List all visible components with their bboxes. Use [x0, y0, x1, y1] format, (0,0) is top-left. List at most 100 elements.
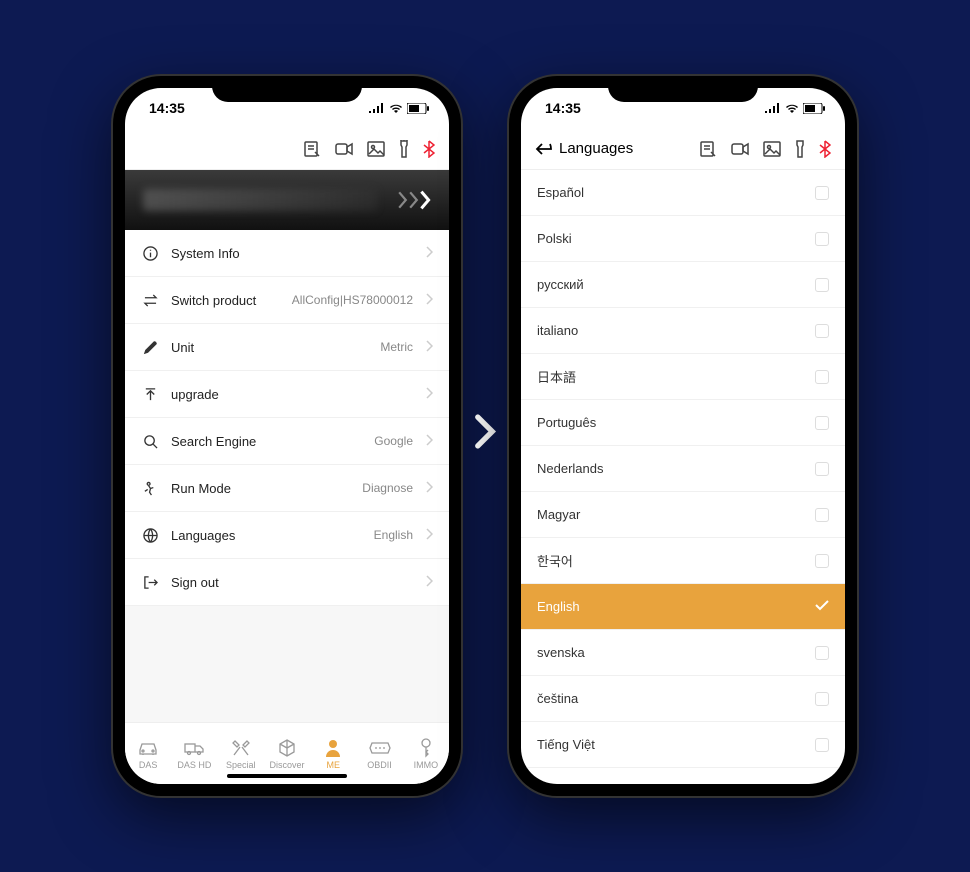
- back-button[interactable]: Languages: [535, 140, 633, 157]
- video-icon[interactable]: [731, 142, 749, 156]
- checkbox-empty: [815, 278, 829, 292]
- home-indicator: [227, 774, 347, 778]
- language-row[interactable]: 日本語: [521, 354, 845, 400]
- upgrade-icon: [141, 387, 159, 402]
- settings-row-unit[interactable]: Unit Metric: [125, 324, 449, 371]
- image-icon[interactable]: [367, 141, 385, 157]
- checkbox-empty: [815, 692, 829, 706]
- screen-settings: 14:35 System InfoSwitch productAllConfig…: [125, 88, 449, 784]
- row-label: Switch product: [171, 293, 280, 308]
- chevron-right-icon: [425, 246, 433, 261]
- video-icon[interactable]: [335, 142, 353, 156]
- signout-icon: [141, 575, 159, 590]
- image-icon[interactable]: [763, 141, 781, 157]
- chevron-right-icon: [425, 434, 433, 449]
- language-row[interactable]: Polski: [521, 216, 845, 262]
- language-row[interactable]: čeština: [521, 676, 845, 722]
- language-row[interactable]: 한국어: [521, 538, 845, 584]
- chevron-right-icon: [425, 528, 433, 543]
- chevron-right-icon: [425, 387, 433, 402]
- language-name: Polski: [537, 231, 572, 246]
- language-row[interactable]: Magyar: [521, 492, 845, 538]
- row-label: upgrade: [171, 387, 413, 402]
- language-list: Español Polski русский italiano 日本語 Português…: [521, 170, 845, 784]
- account-id-blurred: [143, 189, 377, 211]
- battery-icon: [803, 103, 825, 114]
- car-icon: [137, 738, 159, 758]
- checkbox-empty: [815, 186, 829, 200]
- chevron-right-icon: [425, 340, 433, 355]
- status-indicators: [369, 103, 429, 114]
- language-name: čeština: [537, 691, 578, 706]
- checkmark-icon: [815, 599, 829, 614]
- settings-row-sign-out[interactable]: Sign out: [125, 559, 449, 606]
- tab-label: ME: [327, 760, 341, 770]
- flashlight-icon[interactable]: [795, 140, 805, 158]
- wifi-icon: [389, 103, 403, 113]
- status-indicators: [765, 103, 825, 114]
- phone-settings: 14:35 System InfoSwitch productAllConfig…: [113, 76, 461, 796]
- tab-label: OBDII: [367, 760, 392, 770]
- row-value: Diagnose: [362, 481, 413, 495]
- settings-list: System InfoSwitch productAllConfig|HS780…: [125, 230, 449, 722]
- back-arrow-icon: [535, 142, 553, 156]
- person-icon: [325, 738, 341, 758]
- settings-row-upgrade[interactable]: upgrade: [125, 371, 449, 418]
- notch: [608, 76, 758, 102]
- language-name: Magyar: [537, 507, 580, 522]
- account-header[interactable]: [125, 170, 449, 230]
- language-row[interactable]: русский: [521, 262, 845, 308]
- language-row[interactable]: svenska: [521, 630, 845, 676]
- top-toolbar: [125, 128, 449, 170]
- phone-languages: 14:35 Languages Español Polski русский ital…: [509, 76, 857, 796]
- row-value: English: [374, 528, 413, 542]
- language-name: Español: [537, 185, 584, 200]
- language-row[interactable]: English: [521, 584, 845, 630]
- tab-das[interactable]: DAS: [125, 723, 171, 784]
- signal-icon: [765, 103, 781, 113]
- language-row[interactable]: italiano: [521, 308, 845, 354]
- settings-row-languages[interactable]: Languages English: [125, 512, 449, 559]
- language-name: English: [537, 599, 580, 614]
- row-label: Languages: [171, 528, 362, 543]
- settings-row-switch-product[interactable]: Switch productAllConfig|HS78000012: [125, 277, 449, 324]
- status-time: 14:35: [545, 100, 581, 116]
- settings-row-search-engine[interactable]: Search EngineGoogle: [125, 418, 449, 465]
- language-row[interactable]: Português: [521, 400, 845, 446]
- tab-label: Discover: [269, 760, 304, 770]
- language-row[interactable]: Nederlands: [521, 446, 845, 492]
- settings-row-system-info[interactable]: System Info: [125, 230, 449, 277]
- language-name: русский: [537, 277, 584, 292]
- ruler-icon: [141, 340, 159, 355]
- chevron-right-icon: [408, 190, 419, 210]
- bluetooth-icon[interactable]: [819, 140, 831, 158]
- row-label: Sign out: [171, 575, 413, 590]
- language-name: 한국어: [537, 551, 573, 570]
- run-icon: [141, 481, 159, 496]
- language-row[interactable]: Tiếng Việt: [521, 722, 845, 768]
- status-time: 14:35: [149, 100, 185, 116]
- checkbox-empty: [815, 462, 829, 476]
- chevron-right-icon: [397, 190, 408, 210]
- bluetooth-icon[interactable]: [423, 140, 435, 158]
- search-icon: [141, 434, 159, 449]
- language-row[interactable]: Español: [521, 170, 845, 216]
- screen-languages: 14:35 Languages Español Polski русский ital…: [521, 88, 845, 784]
- row-value: Google: [374, 434, 413, 448]
- tab-immo[interactable]: IMMO: [403, 723, 449, 784]
- flashlight-icon[interactable]: [399, 140, 409, 158]
- language-name: svenska: [537, 645, 585, 660]
- settings-row-run-mode[interactable]: Run ModeDiagnose: [125, 465, 449, 512]
- language-name: Tiếng Việt: [537, 737, 595, 752]
- back-title: Languages: [559, 140, 633, 157]
- row-label: Unit: [171, 340, 368, 355]
- tab-obdii[interactable]: OBDII: [356, 723, 402, 784]
- checkbox-empty: [815, 232, 829, 246]
- key-icon: [419, 738, 433, 758]
- language-name: 日本語: [537, 367, 576, 386]
- transition-arrow-icon: [473, 414, 497, 459]
- tab-das-hd[interactable]: DAS HD: [171, 723, 217, 784]
- note-icon[interactable]: [699, 140, 717, 158]
- row-value: Metric: [380, 340, 413, 354]
- note-icon[interactable]: [303, 140, 321, 158]
